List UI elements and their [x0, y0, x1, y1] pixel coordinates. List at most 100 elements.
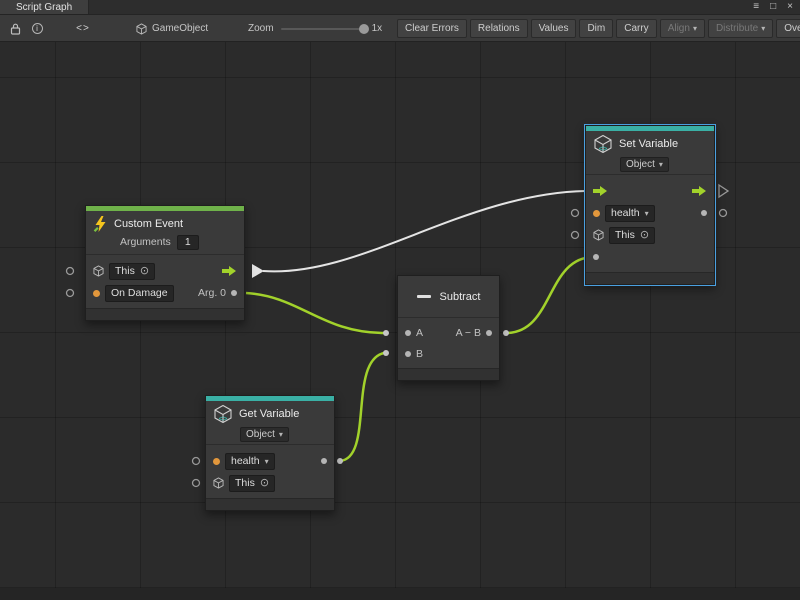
subtract-a-port[interactable]: [383, 330, 389, 336]
node-footer: [86, 308, 244, 320]
graph-canvas[interactable]: Custom Event Arguments 1 This ⊙: [0, 42, 800, 600]
setvariable-output-outer-port[interactable]: [720, 210, 727, 217]
subtract-header: Subtract: [398, 276, 499, 318]
gameobject-reference[interactable]: GameObject: [136, 15, 208, 42]
b-row: B: [398, 343, 499, 364]
target-value: This: [235, 477, 255, 490]
canvas-bottom-edge: [0, 588, 800, 600]
flow-input-arrow-icon[interactable]: [593, 185, 608, 197]
setvariable-target-outer-port[interactable]: [572, 232, 579, 239]
string-port-dot[interactable]: [93, 290, 100, 297]
get-variable-header: <> Get Variable Object ▾: [206, 401, 334, 445]
graph-toolbar: i <> GameObject Zoom 1x Clear Errors Rel…: [0, 15, 800, 42]
target-object-field[interactable]: This ⊙: [609, 227, 655, 244]
info-icon[interactable]: i: [28, 15, 46, 42]
flow-output-arrow-icon[interactable]: [222, 265, 237, 277]
value-input-dot[interactable]: [593, 254, 599, 260]
getvariable-name-outer-port[interactable]: [193, 458, 200, 465]
chevron-down-icon: ▾: [693, 24, 697, 33]
getvariable-target-outer-port[interactable]: [193, 480, 200, 487]
clear-errors-button[interactable]: Clear Errors: [397, 19, 467, 38]
variable-name-value: health: [231, 455, 260, 468]
zoom-slider-knob[interactable]: [359, 24, 369, 34]
target-port-row: This ⊙: [586, 224, 714, 246]
node-get-variable[interactable]: <> Get Variable Object ▾ health ▾: [205, 395, 335, 511]
setvariable-flow-out-outer-port[interactable]: [719, 185, 728, 197]
window-menu-icon[interactable]: ≡: [753, 2, 759, 12]
node-set-variable[interactable]: <> Set Variable Object ▾: [585, 125, 715, 285]
values-button[interactable]: Values: [531, 19, 577, 38]
code-icon[interactable]: <>: [72, 15, 94, 42]
script-graph-window: Script Graph ≡ □ × i <> GameObject Zoom: [0, 0, 800, 600]
carry-button[interactable]: Carry: [616, 19, 656, 38]
output-dot[interactable]: [486, 330, 492, 336]
distribute-button[interactable]: Distribute ▾: [708, 19, 773, 38]
event-name-row: On Damage Arg. 0: [86, 282, 244, 304]
target-object-field[interactable]: This ⊙: [229, 475, 275, 492]
setvariable-name-outer-port[interactable]: [572, 210, 579, 217]
chevron-down-icon: ▾: [659, 160, 663, 169]
wire-arg0-to-subtract-a[interactable]: [246, 293, 384, 333]
target-object-field[interactable]: This ⊙: [109, 263, 155, 280]
wire-getvariable-to-subtract-b[interactable]: [340, 353, 384, 461]
flow-output-arrow-icon[interactable]: [692, 185, 707, 197]
subtract-b-port[interactable]: [383, 350, 389, 356]
value-input-row: [586, 246, 714, 268]
arguments-count-field[interactable]: 1: [177, 235, 199, 250]
input-a-dot[interactable]: [405, 330, 411, 336]
node-title: Get Variable: [239, 408, 299, 420]
value-output-dot[interactable]: [701, 210, 707, 216]
customevent-name-outer-port[interactable]: [67, 290, 74, 297]
node-title: Custom Event: [114, 218, 183, 230]
string-port-dot[interactable]: [593, 210, 600, 217]
customevent-target-outer-port[interactable]: [67, 268, 74, 275]
chevron-down-icon: ▾: [265, 455, 269, 468]
distribute-label: Distribute: [716, 23, 758, 34]
variable-name-row: health ▾: [206, 450, 334, 472]
variable-name-dropdown[interactable]: health ▾: [225, 453, 275, 470]
variable-scope-dropdown[interactable]: Object ▾: [620, 157, 669, 172]
zoom-slider[interactable]: [281, 28, 365, 30]
variable-name-dropdown[interactable]: health ▾: [605, 205, 655, 222]
close-icon[interactable]: ×: [787, 2, 793, 12]
target-value: This: [115, 265, 135, 278]
variable-scope-dropdown[interactable]: Object ▾: [240, 427, 289, 442]
maximize-icon[interactable]: □: [770, 2, 776, 12]
arg0-label: Arg. 0: [198, 287, 226, 299]
zoom-value: 1x: [372, 23, 383, 34]
chevron-down-icon: ▾: [761, 24, 765, 33]
input-b-dot[interactable]: [405, 351, 411, 357]
node-subtract[interactable]: Subtract A A − B B: [397, 275, 500, 381]
minus-icon: [417, 295, 431, 298]
relations-button[interactable]: Relations: [470, 19, 528, 38]
tab-script-graph[interactable]: Script Graph: [0, 0, 89, 14]
lightning-bolt-icon: [93, 216, 108, 232]
lock-icon-glyph: [10, 23, 21, 35]
input-b-label: B: [416, 348, 423, 360]
custom-event-header: Custom Event Arguments 1: [86, 211, 244, 255]
gameobject-cube-icon: [136, 23, 147, 35]
getvariable-output-port[interactable]: [337, 458, 343, 464]
gameobject-label: GameObject: [152, 23, 208, 34]
align-button[interactable]: Align ▾: [660, 19, 705, 38]
wire-subtract-to-setvariable-value[interactable]: [506, 257, 594, 333]
lock-icon[interactable]: [6, 15, 24, 42]
toolbar-buttons: Clear Errors Relations Values Dim Carry …: [397, 19, 800, 38]
node-footer: [206, 498, 334, 510]
align-label: Align: [668, 23, 690, 34]
tab-bar: Script Graph ≡ □ ×: [0, 0, 800, 15]
scope-value: Object: [626, 159, 655, 170]
node-custom-event[interactable]: Custom Event Arguments 1 This ⊙: [85, 205, 245, 321]
dim-button[interactable]: Dim: [579, 19, 613, 38]
wire-event-to-setvariable[interactable]: [263, 191, 585, 271]
target-port-row: This ⊙: [86, 260, 244, 282]
event-name-field[interactable]: On Damage: [105, 285, 174, 302]
arguments-label: Arguments: [120, 236, 171, 248]
arg0-output-dot[interactable]: [231, 290, 237, 296]
overview-button[interactable]: Overv: [776, 19, 800, 38]
subtract-output-port[interactable]: [503, 330, 509, 336]
window-controls: ≡ □ ×: [753, 0, 800, 14]
node-footer: [398, 368, 499, 380]
string-port-dot[interactable]: [213, 458, 220, 465]
value-output-dot[interactable]: [321, 458, 327, 464]
